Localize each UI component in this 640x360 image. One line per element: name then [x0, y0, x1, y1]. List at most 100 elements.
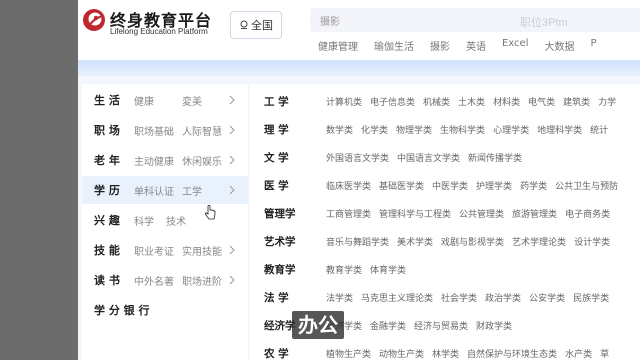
menu-item-sub[interactable]: 科学	[134, 213, 154, 228]
discipline-title[interactable]: 理 学	[264, 122, 289, 137]
discipline-link[interactable]: 新闻传播学类	[468, 154, 522, 164]
discipline-link[interactable]: 工商管理类	[326, 210, 371, 220]
discipline-link[interactable]: 力学	[598, 98, 616, 108]
location-pin-icon	[240, 20, 248, 29]
discipline-link[interactable]: 物理学类	[396, 126, 432, 136]
discipline-items: 法学类 马克思主义理论类 社会学类 政治学类 公安学类 民族学类	[326, 291, 617, 304]
discipline-link[interactable]: 财政学类	[476, 322, 512, 332]
hotword-link[interactable]: 大数据	[545, 38, 575, 53]
discipline-link[interactable]: 公共管理类	[459, 210, 504, 220]
discipline-link[interactable]: 旅游管理类	[512, 210, 557, 220]
menu-item-sub[interactable]: 工学	[182, 183, 202, 198]
menu-item-career[interactable]: 职 场 职场基础 人际智慧	[82, 116, 248, 144]
discipline-link[interactable]: 基础医学类	[379, 182, 424, 192]
discipline-link[interactable]: 设计学类	[574, 238, 610, 248]
platform-logo-icon[interactable]	[82, 8, 106, 32]
menu-item-sub[interactable]: 实用技能	[182, 243, 222, 258]
hotword-link[interactable]: 英语	[466, 38, 486, 53]
discipline-link[interactable]: 材料类	[493, 98, 520, 108]
discipline-link[interactable]: 护理学类	[476, 182, 512, 192]
discipline-items: 音乐与舞蹈学类 美术学类 戏剧与影视学类 艺术学理论类 设计学类	[326, 235, 618, 248]
discipline-link[interactable]: 政治学类	[485, 294, 521, 304]
menu-item-senior[interactable]: 老 年 主动健康 休闲娱乐	[82, 146, 248, 174]
discipline-link[interactable]: 公共卫生与预防	[555, 182, 618, 192]
discipline-link[interactable]: 戏剧与影视学类	[441, 238, 504, 248]
discipline-link[interactable]: 金融学类	[370, 322, 406, 332]
menu-item-sub[interactable]: 职业考证	[134, 243, 174, 258]
discipline-title[interactable]: 教育学	[264, 262, 296, 277]
discipline-link[interactable]: 机械类	[423, 98, 450, 108]
search-input[interactable]: 摄影	[310, 8, 640, 32]
menu-item-sub[interactable]: 休闲娱乐	[182, 153, 222, 168]
discipline-title[interactable]: 管理学	[264, 206, 296, 221]
discipline-link[interactable]: 教育学类	[326, 266, 362, 276]
discipline-link[interactable]: 化学类	[361, 126, 388, 136]
hotword-link[interactable]: Excel	[502, 38, 529, 53]
menu-item-degree[interactable]: 学 历 单科认证 工学	[82, 176, 248, 204]
discipline-link[interactable]: 生物科学类	[440, 126, 485, 136]
discipline-link[interactable]: 动物生产类	[379, 350, 424, 360]
menu-item-sub[interactable]: 主动健康	[134, 153, 174, 168]
discipline-link[interactable]: 音乐与舞蹈学类	[326, 238, 389, 248]
discipline-link[interactable]: 外国语言文学类	[326, 154, 389, 164]
menu-item-sub[interactable]: 职场基础	[134, 123, 174, 138]
menu-item-sub[interactable]: 技术	[166, 213, 186, 228]
hotword-link[interactable]: 健康管理	[318, 38, 358, 53]
discipline-title[interactable]: 艺术学	[264, 234, 296, 249]
discipline-link[interactable]: 电子商务类	[565, 210, 610, 220]
discipline-link[interactable]: 经济与贸易类	[414, 322, 468, 332]
menu-item-sub[interactable]: 单科认证	[134, 183, 174, 198]
discipline-link[interactable]: 地理科学类	[537, 126, 582, 136]
menu-item-sub[interactable]: 健康	[134, 93, 154, 108]
discipline-link[interactable]: 建筑类	[563, 98, 590, 108]
discipline-link[interactable]: 电子信息类	[370, 98, 415, 108]
menu-item-reading[interactable]: 读 书 中外名著 职场进阶	[82, 266, 248, 294]
discipline-link[interactable]: 马克思主义理论类	[361, 294, 433, 304]
discipline-link[interactable]: 数学类	[326, 126, 353, 136]
discipline-items: 计算机类 电子信息类 机械类 土木类 材料类 电气类 建筑类 力学	[326, 95, 624, 108]
region-selector-button[interactable]: 全国	[230, 11, 282, 39]
discipline-link[interactable]: 计算机类	[326, 98, 362, 108]
discipline-link[interactable]: 法学类	[326, 294, 353, 304]
discipline-link[interactable]: 心理学类	[493, 126, 529, 136]
discipline-link[interactable]: 临床医学类	[326, 182, 371, 192]
menu-item-sub[interactable]: 中外名著	[134, 273, 174, 288]
discipline-link[interactable]: 中医学类	[432, 182, 468, 192]
discipline-link[interactable]: 公安学类	[529, 294, 565, 304]
hotword-link[interactable]: 摄影	[430, 38, 450, 53]
discipline-title[interactable]: 工 学	[264, 94, 289, 109]
menu-item-sub[interactable]: 人际智慧	[182, 123, 222, 138]
discipline-title[interactable]: 医 学	[264, 178, 289, 193]
menu-item-sub[interactable]: 変美	[182, 93, 202, 108]
discipline-link[interactable]: 民族学类	[573, 294, 609, 304]
discipline-title[interactable]: 文 学	[264, 150, 289, 165]
menu-item-skills[interactable]: 技 能 职业考证 实用技能	[82, 236, 248, 264]
hotword-link[interactable]: P	[591, 38, 597, 53]
discipline-link[interactable]: 社会学类	[441, 294, 477, 304]
discipline-link[interactable]: 艺术学理论类	[512, 238, 566, 248]
discipline-title[interactable]: 农 学	[264, 346, 289, 360]
search-ghost-text: 职位3Ptm	[520, 17, 568, 29]
chevron-right-icon	[229, 125, 235, 135]
discipline-title[interactable]: 法 学	[264, 290, 289, 305]
menu-item-interest[interactable]: 兴 趣 科学 技术	[82, 206, 248, 234]
discipline-link[interactable]: 植物生产类	[326, 350, 371, 360]
discipline-link[interactable]: 自然保护与环境生态类	[467, 350, 557, 360]
hotword-link[interactable]: 瑜伽生活	[374, 38, 414, 53]
discipline-link[interactable]: 中国语言文学类	[397, 154, 460, 164]
discipline-link[interactable]: 统计	[590, 126, 608, 136]
discipline-link[interactable]: 药学类	[520, 182, 547, 192]
discipline-link[interactable]: 管理科学与工程类	[379, 210, 451, 220]
discipline-link[interactable]: 水产类	[565, 350, 592, 360]
menu-item-sub[interactable]: 职场进阶	[182, 273, 222, 288]
discipline-title[interactable]: 经济学	[264, 318, 296, 333]
discipline-link[interactable]: 草	[600, 350, 609, 360]
discipline-link[interactable]: 林学类	[432, 350, 459, 360]
menu-item-credit-bank[interactable]: 学 分 银 行	[82, 296, 248, 324]
discipline-link[interactable]: 土木类	[458, 98, 485, 108]
discipline-link[interactable]: 电气类	[528, 98, 555, 108]
discipline-row-science: 理 学 数学类 化学类 物理学类 生物科学类 心理学类 地理科学类 统计	[250, 118, 640, 138]
discipline-link[interactable]: 体育学类	[370, 266, 406, 276]
menu-item-life[interactable]: 生 活 健康 変美	[82, 86, 248, 114]
discipline-link[interactable]: 美术学类	[397, 238, 433, 248]
